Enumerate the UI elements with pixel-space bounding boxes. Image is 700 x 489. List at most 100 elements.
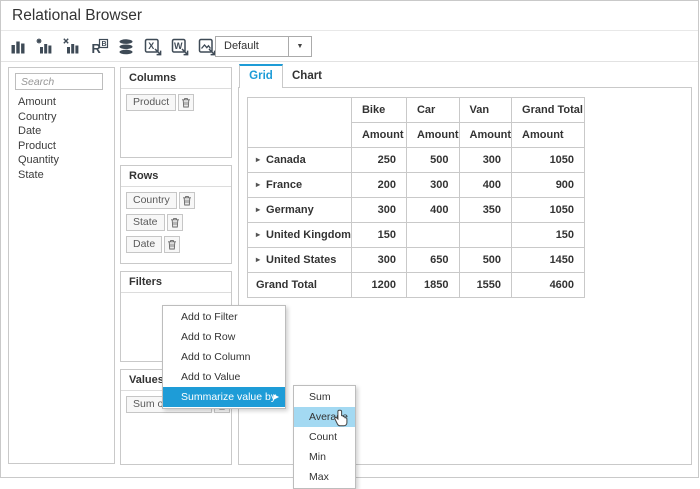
expand-icon[interactable]: ▸	[256, 205, 260, 214]
field-chip-label[interactable]: Product	[126, 94, 176, 111]
field-item-product[interactable]: Product	[18, 139, 112, 154]
submenu-arrow-icon: ▶	[273, 387, 279, 407]
value-cell: 300	[459, 148, 512, 173]
tab-grid[interactable]: Grid	[239, 64, 283, 88]
menu-item-add-to-value[interactable]: Add to Value	[163, 367, 285, 387]
value-cell: 150	[351, 223, 406, 248]
trash-icon	[167, 239, 177, 250]
field-item-state[interactable]: State	[18, 168, 112, 183]
value-cell: 900	[512, 173, 585, 198]
measure-header: Amount	[459, 123, 512, 148]
columns-panel-header: Columns	[121, 68, 231, 89]
remove-report-button[interactable]	[60, 36, 83, 57]
column-header-van[interactable]: Van	[459, 98, 512, 123]
field-chip-label[interactable]: State	[126, 214, 165, 231]
row-header-canada[interactable]: ▸Canada	[248, 148, 352, 173]
value-cell: 1050	[512, 148, 585, 173]
field-chip-label[interactable]: Date	[126, 236, 162, 253]
pivot-grid-icon	[8, 37, 28, 57]
table-row: ▸France 200 300 400 900	[248, 173, 585, 198]
remove-field-button[interactable]	[178, 94, 194, 111]
svg-text:X: X	[148, 41, 154, 51]
export-excel-icon: X	[143, 37, 163, 57]
add-report-button[interactable]	[33, 36, 56, 57]
field-item-date[interactable]: Date	[18, 124, 112, 139]
tab-chart[interactable]: Chart	[283, 66, 331, 88]
field-item-amount[interactable]: Amount	[18, 95, 112, 110]
table-row: ▸ United Kingdom 150 150	[248, 223, 585, 248]
pivot-table: Bike Car Van Grand Total Amount Amount A…	[247, 97, 585, 298]
export-word-icon: W	[170, 37, 190, 57]
relational-browser-app: Relational Browser R B	[0, 0, 700, 489]
value-cell: 400	[459, 173, 512, 198]
table-row: ▸Germany 300 400 350 1050	[248, 198, 585, 223]
summarize-submenu: Sum Average Count Min Max	[293, 385, 356, 489]
expand-icon[interactable]: ▸	[256, 155, 260, 164]
field-chip-country[interactable]: Country	[126, 192, 231, 209]
value-cell: 500	[406, 148, 459, 173]
row-header-germany[interactable]: ▸ Germany	[248, 198, 352, 223]
field-list-panel: Amount Country Date Product Quantity Sta…	[8, 67, 115, 464]
row-header-united-kingdom[interactable]: ▸ United Kingdom	[248, 223, 352, 248]
columns-panel: Columns Product	[120, 67, 232, 158]
menu-item-add-to-row[interactable]: Add to Row	[163, 327, 285, 347]
field-chip-label[interactable]: Country	[126, 192, 177, 209]
trash-icon	[170, 217, 180, 228]
report-dropdown-button[interactable]: ▼	[288, 36, 312, 57]
table-row: ▸Canada 250 500 300 1050	[248, 148, 585, 173]
search-input[interactable]	[15, 73, 103, 90]
pivot-grid-button[interactable]	[6, 36, 29, 57]
field-item-country[interactable]: Country	[18, 110, 112, 125]
expand-icon[interactable]: ▸	[256, 180, 260, 189]
column-header-grand-total[interactable]: Grand Total	[512, 98, 585, 123]
submenu-item-max[interactable]: Max	[294, 467, 355, 487]
report-dropdown: Default ▼	[215, 36, 312, 57]
menu-item-summarize-value-by[interactable]: Summarize value by▶	[163, 387, 285, 407]
remove-field-button[interactable]	[164, 236, 180, 253]
export-excel-button[interactable]: X	[141, 36, 164, 57]
submenu-item-min[interactable]: Min	[294, 447, 355, 467]
remove-field-button[interactable]	[167, 214, 183, 231]
value-cell	[406, 223, 459, 248]
submenu-item-sum[interactable]: Sum	[294, 387, 355, 407]
row-header-united-states[interactable]: ▸United States	[248, 248, 352, 273]
database-connection-button[interactable]	[114, 36, 137, 57]
report-dropdown-value[interactable]: Default	[215, 36, 289, 57]
pivot-corner-cell	[248, 98, 352, 148]
page-title: Relational Browser	[12, 7, 142, 25]
remove-report-icon	[62, 37, 82, 57]
menu-item-add-to-column[interactable]: Add to Column	[163, 347, 285, 367]
expand-icon[interactable]: ▸	[256, 255, 260, 264]
value-cell: 150	[512, 223, 585, 248]
rename-report-button[interactable]: R B	[87, 36, 110, 57]
toolbar-divider	[1, 61, 698, 62]
title-divider	[1, 30, 698, 31]
remove-field-button[interactable]	[179, 192, 195, 209]
pivot-header-row: Bike Car Van Grand Total	[248, 98, 585, 123]
value-cell: 1850	[406, 273, 459, 298]
field-item-quantity[interactable]: Quantity	[18, 153, 112, 168]
row-header-france[interactable]: ▸France	[248, 173, 352, 198]
context-menu: Add to Filter Add to Row Add to Column A…	[162, 305, 286, 409]
value-cell: 400	[406, 198, 459, 223]
value-cell: 4600	[512, 273, 585, 298]
column-header-car[interactable]: Car	[406, 98, 459, 123]
value-cell: 500	[459, 248, 512, 273]
filters-panel-header: Filters	[121, 272, 231, 293]
menu-item-label: Summarize value by	[181, 391, 276, 403]
field-chip-product[interactable]: Product	[126, 94, 231, 111]
menu-item-add-to-filter[interactable]: Add to Filter	[163, 307, 285, 327]
row-header-label: Germany	[266, 204, 314, 216]
hand-cursor-icon	[334, 409, 350, 428]
row-header-label: United Kingdom	[266, 229, 351, 241]
submenu-item-count[interactable]: Count	[294, 427, 355, 447]
expand-icon[interactable]: ▸	[256, 230, 260, 239]
column-header-bike[interactable]: Bike	[351, 98, 406, 123]
field-chip-state[interactable]: State	[126, 214, 231, 231]
export-word-button[interactable]: W	[168, 36, 191, 57]
field-list: Amount Country Date Product Quantity Sta…	[18, 95, 112, 183]
value-cell: 1550	[459, 273, 512, 298]
export-pdf-icon	[197, 37, 217, 57]
field-chip-date[interactable]: Date	[126, 236, 231, 253]
toolbar: R B X W	[6, 36, 245, 57]
